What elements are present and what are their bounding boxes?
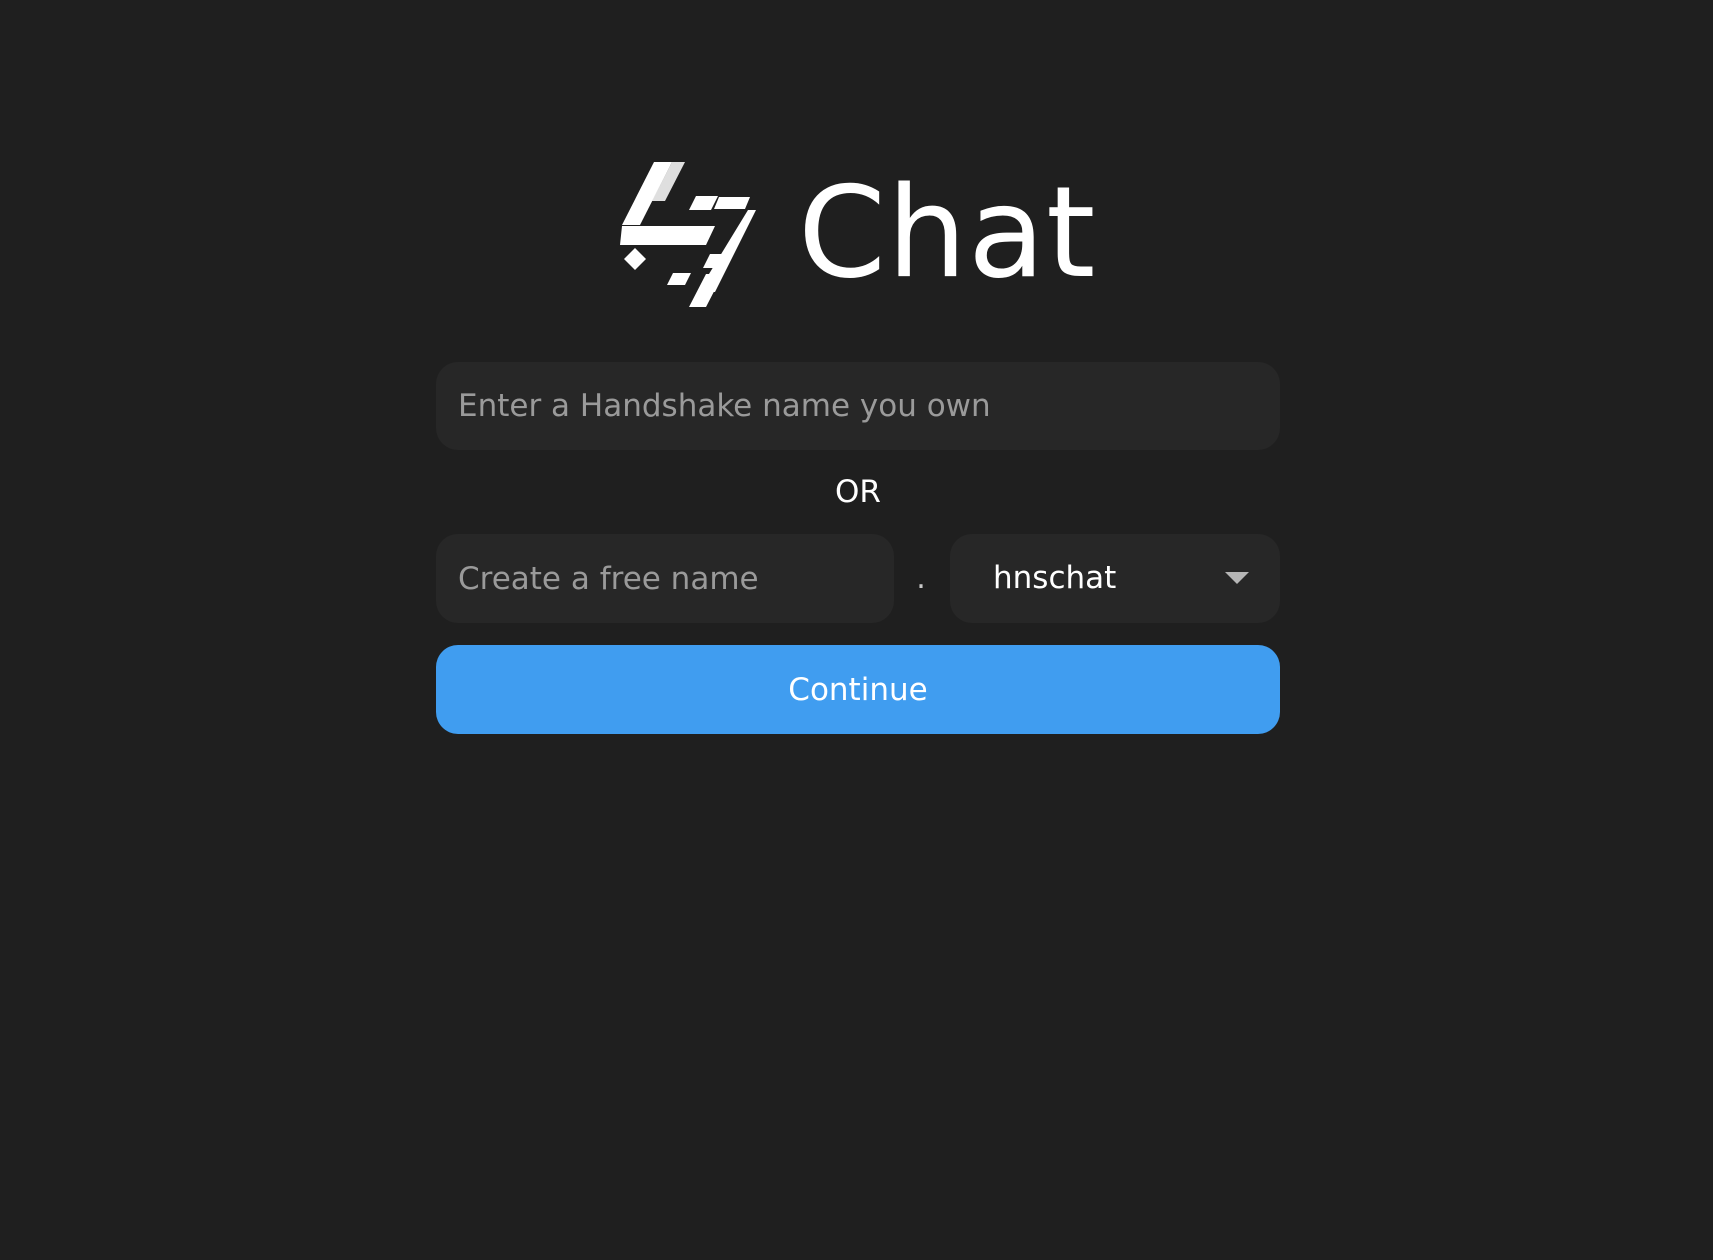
owned-handshake-name-input[interactable] (436, 362, 1280, 450)
brand-title: Chat (798, 158, 1097, 306)
handshake-logo-icon (620, 162, 756, 307)
name-tld-separator: . (916, 561, 926, 596)
chevron-down-icon (1225, 572, 1249, 584)
login-page: Chat OR . hnschat Continue (0, 0, 1713, 1260)
tld-select[interactable]: hnschat (950, 534, 1280, 623)
continue-button[interactable]: Continue (436, 645, 1280, 734)
brand-header: Chat (620, 162, 1096, 307)
free-name-input[interactable] (436, 534, 894, 623)
selected-tld-value: hnschat (993, 560, 1117, 596)
or-divider-text: OR (835, 474, 881, 510)
